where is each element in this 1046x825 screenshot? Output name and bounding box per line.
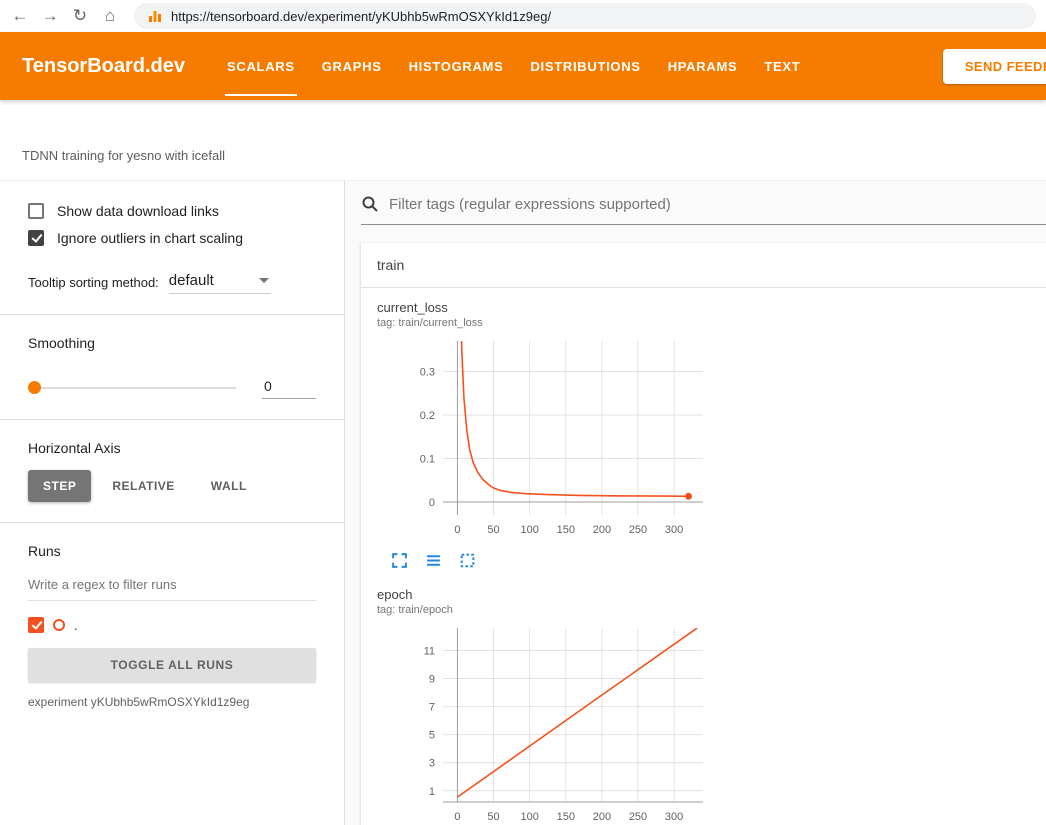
svg-text:3: 3 <box>429 758 435 770</box>
chart-toolbar <box>377 552 719 569</box>
send-feedback-button[interactable]: SEND FEEDBACK <box>943 49 1046 84</box>
experiment-subheader: TDNN training for yesno with icefall <box>0 100 1046 180</box>
svg-text:0: 0 <box>454 524 460 536</box>
chevron-down-icon <box>259 278 269 283</box>
axis-step-button[interactable]: STEP <box>28 470 91 502</box>
line-chart-epoch[interactable]: 1 3 5 7 9 11 0 50 100 150 200 250 300 <box>377 620 719 825</box>
divider <box>0 419 344 420</box>
tab-scalars[interactable]: SCALARS <box>227 32 295 100</box>
app-logo[interactable]: TensorBoard.dev <box>22 32 185 100</box>
runs-filter-input[interactable] <box>28 571 316 601</box>
svg-text:0.2: 0.2 <box>420 410 435 422</box>
toggle-all-runs-button[interactable]: TOGGLE ALL RUNS <box>28 648 316 682</box>
svg-text:0.1: 0.1 <box>420 453 435 465</box>
fit-domain-icon[interactable] <box>459 552 476 569</box>
chart-card-current-loss: current_loss tag: train/current_loss 0 0.… <box>377 300 719 569</box>
filter-tags-row <box>361 195 1046 225</box>
run-color-indicator <box>53 619 65 631</box>
site-favicon <box>148 9 162 23</box>
svg-text:9: 9 <box>429 674 435 686</box>
horizontal-axis-buttons: STEP RELATIVE WALL <box>28 470 316 502</box>
tag-group-card: train current_loss tag: train/current_lo… <box>361 243 1046 825</box>
svg-text:7: 7 <box>429 702 435 714</box>
smoothing-slider[interactable] <box>28 387 236 389</box>
smoothing-value-input[interactable]: 0 <box>262 377 316 399</box>
settings-sidebar: Show data download links Ignore outliers… <box>0 181 345 825</box>
chart-title: current_loss <box>377 300 719 315</box>
svg-text:0: 0 <box>454 811 460 823</box>
run-checkbox[interactable] <box>28 617 44 633</box>
show-download-links-checkbox[interactable] <box>28 203 44 219</box>
svg-text:150: 150 <box>557 524 575 536</box>
runs-label: Runs <box>28 543 316 559</box>
home-icon[interactable]: ⌂ <box>96 3 124 29</box>
svg-text:300: 300 <box>665 524 683 536</box>
tag-group-header[interactable]: train <box>361 243 1046 288</box>
content: Show data download links Ignore outliers… <box>0 180 1046 825</box>
line-chart-current-loss[interactable]: 0 0.1 0.2 0.3 0 50 100 150 200 250 300 <box>377 333 719 550</box>
slider-thumb[interactable] <box>28 381 41 394</box>
reload-icon[interactable]: ↻ <box>66 3 94 29</box>
ignore-outliers-checkbox[interactable] <box>28 230 44 246</box>
chart-title: epoch <box>377 587 719 602</box>
svg-text:200: 200 <box>593 524 611 536</box>
divider <box>0 314 344 315</box>
app-header: TensorBoard.dev SCALARS GRAPHS HISTOGRAM… <box>0 32 1046 100</box>
chart-tag: tag: train/epoch <box>377 604 719 616</box>
tooltip-sorting-label: Tooltip sorting method: <box>28 275 159 294</box>
charts-grid: current_loss tag: train/current_loss 0 0.… <box>361 288 1046 825</box>
tooltip-sorting-dropdown[interactable]: default <box>169 272 271 294</box>
tab-hparams[interactable]: HPARAMS <box>668 32 738 100</box>
ignore-outliers-label: Ignore outliers in chart scaling <box>57 230 243 246</box>
svg-text:250: 250 <box>629 811 647 823</box>
address-bar[interactable]: https://tensorboard.dev/experiment/yKUbh… <box>134 3 1036 29</box>
data-table-icon[interactable] <box>425 552 442 569</box>
svg-text:0.3: 0.3 <box>420 366 435 378</box>
back-icon[interactable]: ← <box>6 3 34 29</box>
svg-text:0: 0 <box>429 497 435 509</box>
experiment-title: TDNN training for yesno with icefall <box>22 148 225 163</box>
smoothing-label: Smoothing <box>28 335 316 351</box>
svg-text:1: 1 <box>429 786 435 798</box>
svg-text:100: 100 <box>520 811 538 823</box>
axis-relative-button[interactable]: RELATIVE <box>97 470 189 502</box>
ignore-outliers-row[interactable]: Ignore outliers in chart scaling <box>28 230 316 246</box>
horizontal-axis-label: Horizontal Axis <box>28 440 316 456</box>
svg-text:250: 250 <box>629 524 647 536</box>
run-item[interactable]: . <box>28 617 316 633</box>
forward-icon[interactable]: → <box>36 3 64 29</box>
tooltip-sorting-row: Tooltip sorting method: default <box>28 272 316 294</box>
divider <box>0 522 344 523</box>
smoothing-slider-row: 0 <box>28 377 316 399</box>
svg-text:100: 100 <box>520 524 538 536</box>
search-icon <box>361 195 379 213</box>
tab-histograms[interactable]: HISTOGRAMS <box>409 32 504 100</box>
svg-text:150: 150 <box>557 811 575 823</box>
tab-graphs[interactable]: GRAPHS <box>322 32 382 100</box>
svg-text:50: 50 <box>487 524 499 536</box>
svg-text:200: 200 <box>593 811 611 823</box>
chart-tag: tag: train/current_loss <box>377 317 719 329</box>
filter-tags-input[interactable] <box>389 196 1046 213</box>
browser-toolbar: ← → ↻ ⌂ https://tensorboard.dev/experime… <box>0 0 1046 32</box>
chart-card-epoch: epoch tag: train/epoch 1 3 5 7 9 11 0 50 100 150 2… <box>377 587 719 825</box>
expand-chart-icon[interactable] <box>391 552 408 569</box>
tab-text[interactable]: TEXT <box>764 32 800 100</box>
nav-tabs: SCALARS GRAPHS HISTOGRAMS DISTRIBUTIONS … <box>227 32 800 100</box>
svg-text:300: 300 <box>665 811 683 823</box>
tab-distributions[interactable]: DISTRIBUTIONS <box>530 32 640 100</box>
run-name: . <box>74 618 78 633</box>
svg-text:50: 50 <box>487 811 499 823</box>
show-download-links-row[interactable]: Show data download links <box>28 203 316 219</box>
svg-text:11: 11 <box>424 645 435 657</box>
main-panel: train current_loss tag: train/current_lo… <box>345 181 1046 825</box>
axis-wall-button[interactable]: WALL <box>196 470 262 502</box>
experiment-caption: experiment yKUbhb5wRmOSXYkId1z9eg <box>28 695 316 709</box>
url-text: https://tensorboard.dev/experiment/yKUbh… <box>171 9 551 24</box>
svg-text:5: 5 <box>429 730 435 742</box>
show-download-links-label: Show data download links <box>57 203 219 219</box>
tooltip-sorting-value: default <box>169 272 214 289</box>
